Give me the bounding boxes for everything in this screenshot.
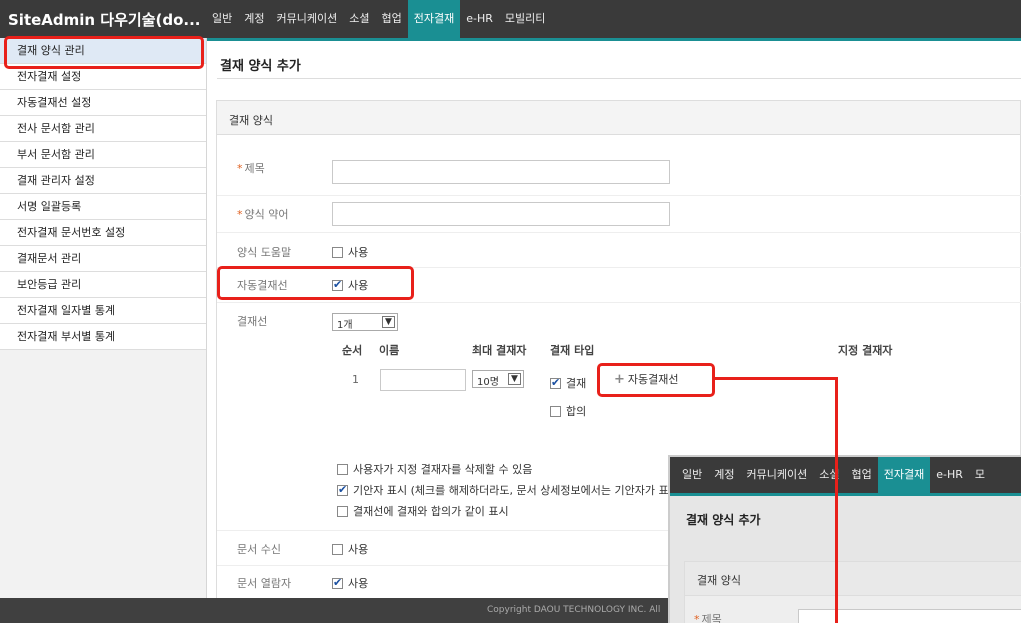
required-mark: * <box>694 613 700 623</box>
checkbox-icon[interactable] <box>332 247 343 258</box>
inset-menu-account[interactable]: 계정 <box>708 457 740 493</box>
top-navigation-bar: SiteAdmin 다우기술(do... 일반 계정 커뮤니케이션 소셜 협업 … <box>0 0 1021 38</box>
doc-receive-checkbox[interactable]: 사용 <box>332 541 368 557</box>
inset-page-title: 결재 양식 추가 <box>686 513 761 527</box>
checkbox-icon[interactable] <box>550 406 561 417</box>
doc-viewer-checkbox[interactable]: 사용 <box>332 575 368 591</box>
type-approve-checkbox[interactable]: 결재 <box>550 375 586 391</box>
site-brand[interactable]: SiteAdmin 다우기술(do... <box>8 9 201 30</box>
sidebar-item-doc-number[interactable]: 전자결재 문서번호 설정 <box>0 220 206 246</box>
highlight-box-auto-button <box>597 363 715 397</box>
chevron-down-icon[interactable]: ▼ <box>508 373 521 385</box>
inset-section-title: 결재 양식 <box>697 574 741 587</box>
top-menu-communication[interactable]: 커뮤니케이션 <box>271 0 344 38</box>
top-menu-social[interactable]: 소셜 <box>343 0 375 38</box>
approval-line-label: 결재선 <box>237 315 268 328</box>
sidebar: 결재 양식 관리 전자결재 설정 자동결재선 설정 전사 문서함 관리 부서 문… <box>0 38 207 598</box>
top-menu-approval[interactable]: 전자결재 <box>407 0 461 38</box>
help-label: 양식 도움말 <box>237 246 292 259</box>
title-divider <box>217 78 1021 79</box>
col-name: 이름 <box>379 344 400 357</box>
sidebar-item-dept-stats[interactable]: 전자결재 부서별 통계 <box>0 324 206 350</box>
inset-menu-collaboration[interactable]: 협업 <box>845 457 877 493</box>
subject-label: * 제목 <box>237 162 265 175</box>
col-approval-type: 결재 타입 <box>550 344 595 357</box>
approval-name-input[interactable] <box>380 369 466 391</box>
connector-line-vertical <box>835 377 838 623</box>
col-order: 순서 <box>342 344 363 357</box>
sidebar-item-auto-line-settings[interactable]: 자동결재선 설정 <box>0 90 206 116</box>
required-mark: * <box>237 208 243 221</box>
abbr-label: * 양식 약어 <box>237 208 289 221</box>
doc-viewer-label: 문서 열람자 <box>237 577 292 590</box>
inset-subject-input[interactable] <box>798 609 1021 623</box>
top-menu-general[interactable]: 일반 <box>206 0 238 38</box>
section-header: 결재 양식 <box>217 101 1020 135</box>
connector-line-horizontal <box>715 377 838 380</box>
option-delete-designated[interactable]: 사용자가 지정 결재자를 삭제할 수 있음 <box>337 461 532 477</box>
inset-screenshot: 일반 계정 커뮤니케이션 소셜 협업 전자결재 e-HR 모 결재 양식 추가 … <box>668 455 1021 623</box>
option-show-together[interactable]: 결재선에 결재와 합의가 같이 표시 <box>337 503 509 519</box>
top-menu-collaboration[interactable]: 협업 <box>375 0 407 38</box>
inset-menu-mobility[interactable]: 모 <box>969 457 991 493</box>
inset-menu-communication[interactable]: 커뮤니케이션 <box>741 457 814 493</box>
chevron-down-icon[interactable]: ▼ <box>382 316 395 328</box>
top-menu: 일반 계정 커뮤니케이션 소셜 협업 전자결재 e-HR 모빌리티 <box>206 0 551 38</box>
checkbox-icon[interactable] <box>337 464 348 475</box>
doc-receive-label: 문서 수신 <box>237 543 281 556</box>
required-mark: * <box>237 162 243 175</box>
inset-menu-general[interactable]: 일반 <box>676 457 708 493</box>
checkbox-checked-icon[interactable] <box>332 576 343 589</box>
inset-top-menu: 일반 계정 커뮤니케이션 소셜 협업 전자결재 e-HR 모 <box>676 457 991 493</box>
row-divider <box>217 302 1021 303</box>
top-menu-mobility[interactable]: 모빌리티 <box>499 0 551 38</box>
sidebar-item-dept-docbox[interactable]: 부서 문서함 관리 <box>0 142 206 168</box>
checkbox-icon[interactable] <box>332 544 343 555</box>
max-approvers-select[interactable]: 10명 ▼ <box>472 370 524 388</box>
sidebar-item-signature-bulk[interactable]: 서명 일괄등록 <box>0 194 206 220</box>
highlight-box-auto-line <box>217 266 414 300</box>
option-show-drafter[interactable]: 기안자 표시 (체크를 해제하더라도, 문서 상세정보에서는 기안자가 표 <box>337 482 669 498</box>
inset-top-bar: 일반 계정 커뮤니케이션 소셜 협업 전자결재 e-HR 모 <box>670 457 1021 493</box>
sidebar-item-doc-management[interactable]: 결재문서 관리 <box>0 246 206 272</box>
subject-input[interactable] <box>332 160 670 184</box>
inset-menu-ehr[interactable]: e-HR <box>930 457 969 493</box>
approval-line-count-select[interactable]: 1개 ▼ <box>332 313 398 331</box>
row-order: 1 <box>352 373 359 386</box>
highlight-box-sidebar <box>4 36 204 69</box>
inset-menu-social[interactable]: 소셜 <box>813 457 845 493</box>
type-agree-checkbox[interactable]: 합의 <box>550 403 586 419</box>
sidebar-item-security-level[interactable]: 보안등급 관리 <box>0 272 206 298</box>
page-title: 결재 양식 추가 <box>220 59 301 74</box>
col-max-approvers: 최대 결재자 <box>472 344 527 357</box>
top-menu-account[interactable]: 계정 <box>238 0 270 38</box>
checkbox-checked-icon[interactable] <box>337 483 348 496</box>
checkbox-icon[interactable] <box>337 506 348 517</box>
sidebar-item-company-docbox[interactable]: 전사 문서함 관리 <box>0 116 206 142</box>
section-title: 결재 양식 <box>229 114 273 127</box>
top-menu-ehr[interactable]: e-HR <box>460 0 499 38</box>
row-divider <box>217 232 1021 233</box>
help-checkbox[interactable]: 사용 <box>332 244 368 260</box>
sidebar-item-admin-settings[interactable]: 결재 관리자 설정 <box>0 168 206 194</box>
col-designated-approver: 지정 결재자 <box>838 344 893 357</box>
checkbox-checked-icon[interactable] <box>550 376 561 389</box>
row-divider <box>217 195 1021 196</box>
inset-section-header: 결재 양식 <box>685 562 1021 596</box>
abbr-input[interactable] <box>332 202 670 226</box>
copyright-text: Copyright DAOU TECHNOLOGY INC. All <box>487 605 661 615</box>
inset-menu-approval[interactable]: 전자결재 <box>877 457 931 493</box>
sidebar-item-daily-stats[interactable]: 전자결재 일자별 통계 <box>0 298 206 324</box>
inset-subject-label: * 제목 <box>694 611 722 623</box>
